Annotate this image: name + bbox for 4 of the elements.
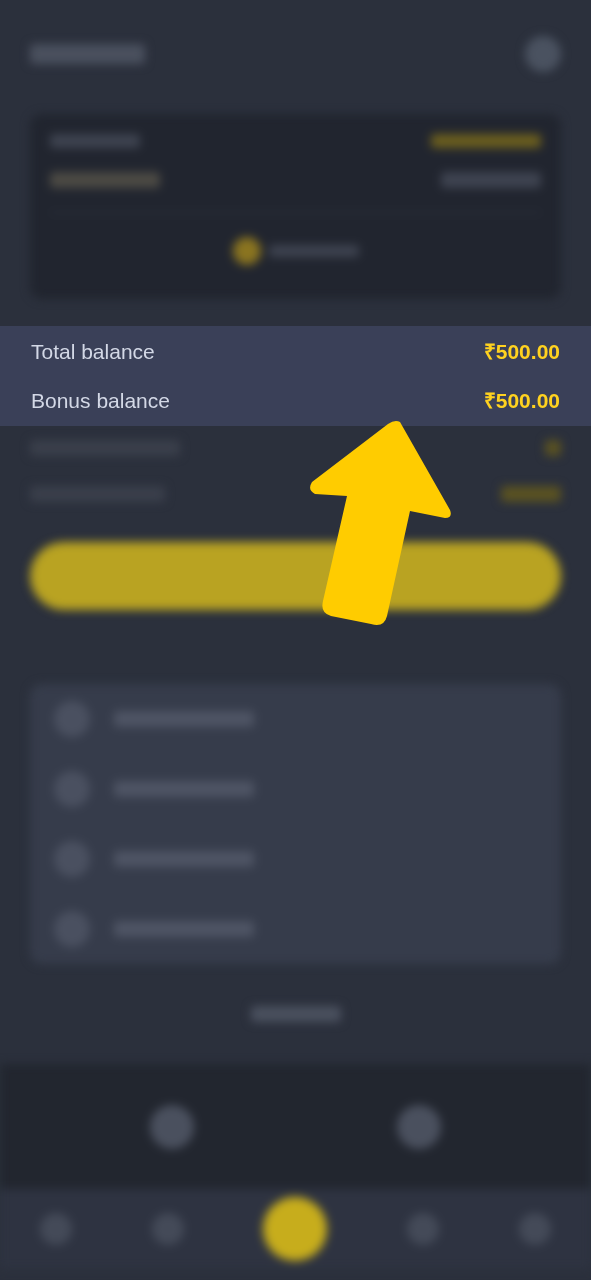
balance-amount: ₹500.00 xyxy=(483,388,560,414)
balance-label: Bonus balance xyxy=(31,388,170,414)
balance-label: Total balance xyxy=(31,338,155,365)
balance-amount: ₹500.00 xyxy=(483,338,560,365)
